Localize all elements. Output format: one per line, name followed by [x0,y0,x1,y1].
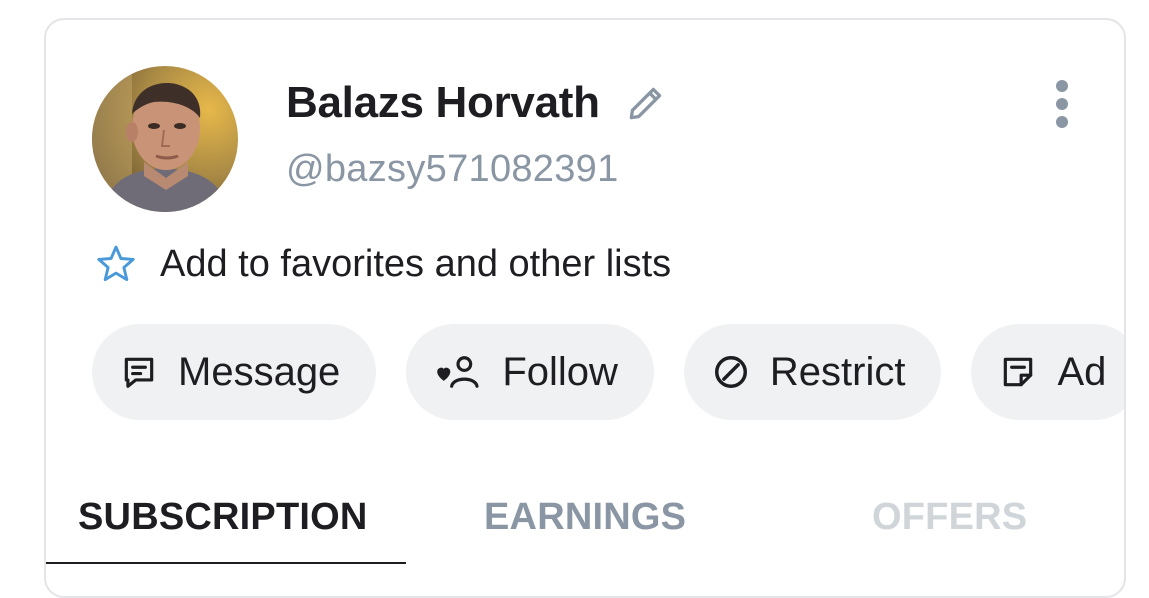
note-icon [999,353,1037,391]
message-label: Message [178,349,341,394]
restrict-label: Restrict [769,349,906,394]
avatar[interactable] [92,66,238,212]
restrict-button[interactable]: Restrict [683,324,942,420]
pencil-icon[interactable] [624,81,668,125]
add-note-button[interactable]: Ad [971,324,1124,420]
tab-subscription[interactable]: SUBSCRIPTION [78,496,368,539]
avatar-photo [92,66,238,212]
profile-name: Balazs Horvath [286,78,600,127]
profile-card: Balazs Horvath @bazsy571082391 Add to fa… [44,18,1126,598]
add-note-label: Ad [1057,349,1107,394]
add-to-favorites-button[interactable]: Add to favorites and other lists [94,242,671,286]
more-vertical-icon[interactable] [1042,76,1082,132]
star-outline-icon [94,242,138,286]
message-button[interactable]: Message [92,324,377,420]
tab-offers[interactable]: OFFERS [872,496,1027,539]
profile-name-row: Balazs Horvath [286,78,668,128]
profile-handle: @bazsy571082391 [286,148,619,190]
active-tab-indicator [46,562,406,564]
favorites-label: Add to favorites and other lists [160,242,672,285]
restrict-icon [712,353,750,391]
message-icon [120,353,158,391]
follow-button[interactable]: Follow [406,324,654,420]
follow-label: Follow [502,349,618,394]
follow-heart-user-icon [434,353,482,391]
action-buttons: Message Follow Restrict Ad [92,324,1124,420]
profile-tabs: SUBSCRIPTION EARNINGS OFFERS [46,488,1124,568]
tab-earnings[interactable]: EARNINGS [484,496,686,539]
